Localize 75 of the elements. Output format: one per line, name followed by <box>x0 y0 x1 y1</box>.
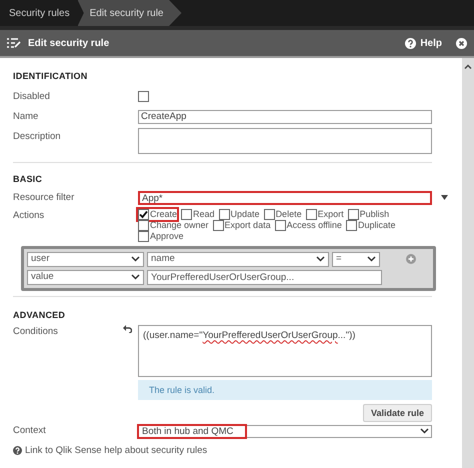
action-label: Duplicate <box>358 220 396 231</box>
action-label: Approve <box>150 230 184 242</box>
action-checkbox[interactable]: Export <box>306 208 344 220</box>
action-checkbox[interactable]: Duplicate <box>346 220 396 231</box>
add-icon[interactable] <box>406 254 416 264</box>
dropdown-icon[interactable] <box>441 195 448 200</box>
action-label: Read <box>193 208 215 220</box>
chevron-down-icon <box>131 274 140 280</box>
checkbox[interactable] <box>274 220 286 231</box>
checkbox[interactable] <box>346 220 357 231</box>
action-label: Change owner <box>150 220 209 231</box>
checkbox[interactable] <box>218 208 230 220</box>
description-field[interactable] <box>138 128 432 154</box>
edit-list-icon <box>7 38 21 48</box>
section-title: BASIC <box>13 173 44 186</box>
property-select[interactable]: name <box>147 252 329 267</box>
operator-select[interactable]: = <box>332 252 380 267</box>
action-checkbox[interactable]: Delete <box>264 208 302 220</box>
field-label: Resource filter <box>13 190 76 204</box>
action-label: Create <box>150 208 178 220</box>
action-checkbox[interactable]: Update <box>218 208 260 220</box>
action-checkbox[interactable]: Read <box>181 208 215 220</box>
resource-select[interactable]: user <box>27 252 144 267</box>
field-label: Context <box>13 424 47 438</box>
panel-title: Edit security rule <box>28 36 110 50</box>
validate-button[interactable]: Validate rule <box>362 404 432 422</box>
action-label: Export data <box>224 220 271 231</box>
scrollbar[interactable] <box>462 58 474 468</box>
action-checkbox[interactable]: Access offline <box>274 220 342 231</box>
checkbox[interactable] <box>306 208 317 220</box>
value-type-select[interactable]: value <box>27 270 144 285</box>
chevron-down-icon <box>420 428 429 434</box>
action-checkbox[interactable]: Export data <box>212 220 271 231</box>
checkbox[interactable] <box>138 230 149 242</box>
checkbox[interactable] <box>348 208 359 220</box>
section-title: IDENTIFICATION <box>13 70 88 83</box>
context-select[interactable]: Both in hub and QMC <box>138 424 432 438</box>
help-link[interactable]: Link to Qlik Sense help about security rules <box>25 444 208 458</box>
conditions-field[interactable]: ((user.name="YourPrefferedUserOrUserGroup...")) <box>138 325 432 378</box>
action-label: Delete <box>276 208 302 220</box>
section-title: ADVANCED <box>13 308 66 322</box>
value-field[interactable]: YourPrefferedUserOrUserGroup... <box>147 270 382 285</box>
action-checkbox[interactable]: Publish <box>348 208 390 220</box>
field-label: Disabled <box>13 90 51 104</box>
help-button[interactable]: Help <box>405 36 442 50</box>
action-checkbox[interactable]: Change owner <box>138 220 209 231</box>
action-checkbox[interactable]: Create <box>138 208 178 220</box>
validation-message: The rule is valid. <box>138 380 432 400</box>
field-label: Conditions <box>13 325 59 340</box>
field-label: Description <box>13 130 62 144</box>
chevron-down-icon <box>131 256 140 262</box>
checkbox[interactable] <box>264 208 275 220</box>
help-icon <box>405 38 416 48</box>
field-label: Name <box>13 110 40 124</box>
help-circle-icon <box>13 446 22 456</box>
checkbox[interactable] <box>138 208 149 220</box>
close-icon[interactable] <box>456 38 467 48</box>
field-label: Actions <box>13 208 46 223</box>
action-label: Publish <box>360 208 390 220</box>
action-label: Update <box>230 208 260 220</box>
breadcrumb[interactable]: Security rules <box>0 0 78 26</box>
checkbox[interactable] <box>138 220 149 231</box>
action-label: Export <box>318 208 344 220</box>
checkbox[interactable] <box>181 208 192 220</box>
resource-filter-field[interactable]: App* <box>138 190 432 205</box>
undo-icon[interactable] <box>123 325 132 334</box>
breadcrumb[interactable]: Edit security rule <box>78 0 182 26</box>
scroll-up-icon[interactable] <box>464 64 472 69</box>
checkbox[interactable] <box>138 91 149 102</box>
checkbox[interactable] <box>212 220 224 231</box>
chevron-down-icon <box>316 256 325 262</box>
name-field[interactable]: CreateApp <box>138 110 432 124</box>
action-checkbox[interactable]: Approve <box>138 230 184 242</box>
action-label: Access offline <box>286 220 342 231</box>
chevron-down-icon <box>367 256 376 262</box>
